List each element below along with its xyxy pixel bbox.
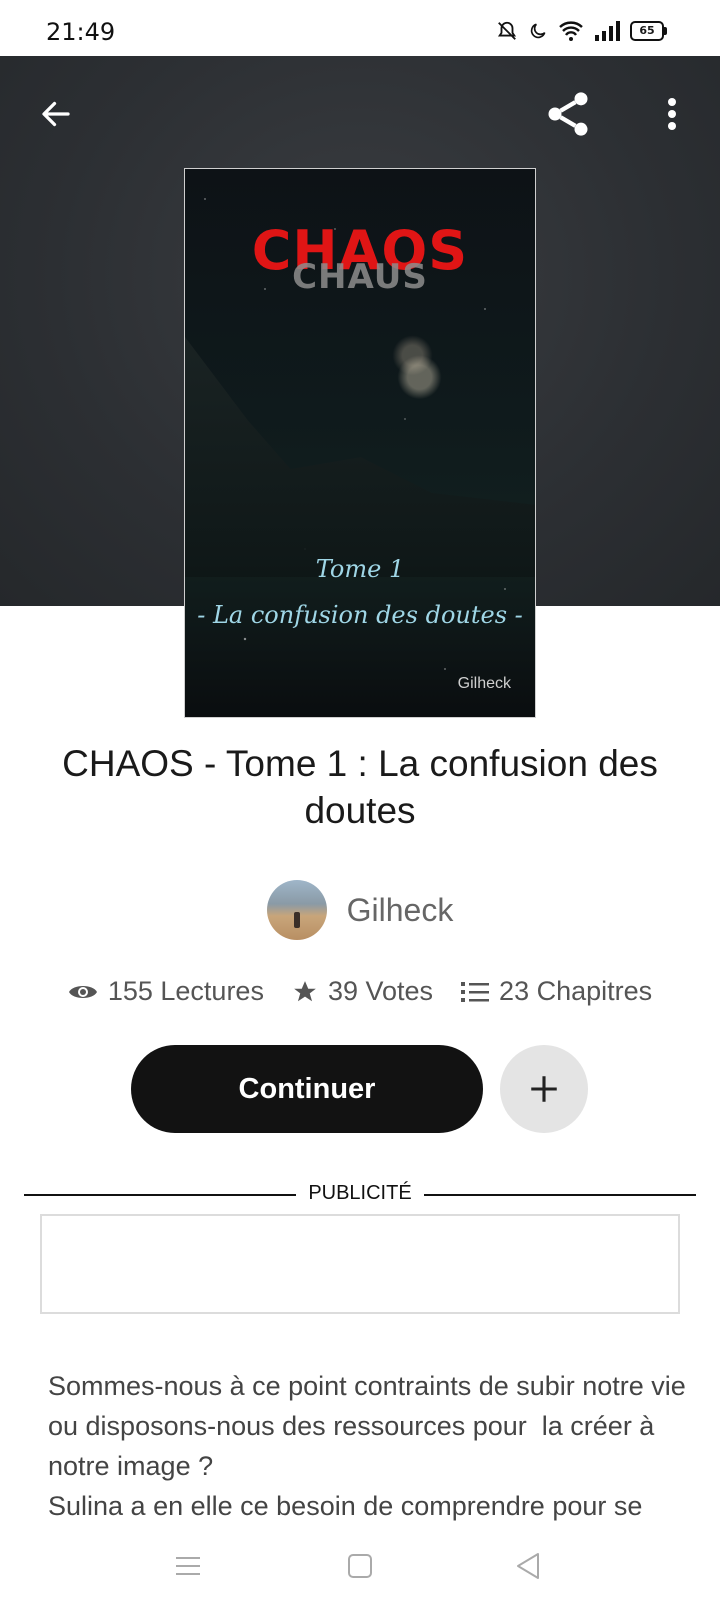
list-icon [461,981,490,1002]
ad-slot[interactable] [40,1214,680,1314]
status-bar: 21:49 65 [0,0,720,56]
share-icon [548,92,588,136]
cover-subtitle: - La confusion des doutes - [197,601,523,629]
eye-icon [68,985,97,998]
battery-icon: 65 [630,21,667,41]
cover-tome: Tome 1 [315,555,405,583]
more-options-button[interactable] [642,84,702,144]
triangle-back-icon [517,1553,539,1579]
votes-count: 39 Votes [327,976,434,1006]
menu-icon [176,1557,200,1575]
cover-author: Gilheck [457,675,511,692]
avatar[interactable] [266,880,327,940]
book-title: CHAOS - Tome 1 : La confusion des doutes [62,743,658,831]
stat-votes: 39 Votes [292,976,433,1007]
add-to-library-button[interactable] [500,1045,588,1133]
reads-count: 155 Lectures [107,976,264,1006]
stat-chapters[interactable]: 23 Chapitres [461,976,652,1007]
chapters-count[interactable]: 23 Chapitres [499,976,652,1007]
status-time: 21:49 [46,18,116,46]
home-button[interactable] [340,1546,380,1586]
moon-icon [530,23,546,39]
ad-label: PUBLICITÉ [308,1182,412,1204]
share-button[interactable] [538,84,598,144]
star-icon [294,980,316,1001]
stat-reads: 155 Lectures [68,976,264,1007]
author-row[interactable]: Gilheck [0,880,720,940]
back-nav-button[interactable] [508,1546,548,1586]
bell-off-icon [497,21,517,40]
back-button[interactable] [26,84,86,144]
author-name[interactable]: Gilheck [347,892,454,929]
arrow-left-icon [42,101,70,127]
plus-icon [531,1076,557,1102]
system-nav-bar [0,1528,720,1600]
more-vertical-icon [668,98,676,130]
book-cover[interactable]: CHAOS CHAUS Tome 1 - La confusion des do… [184,168,536,718]
wifi-icon [559,21,583,41]
continue-button[interactable]: Continuer [131,1045,483,1133]
ad-divider: PUBLICITÉ [24,1180,696,1210]
action-row: Continuer [0,1045,720,1133]
recents-button[interactable] [168,1546,208,1586]
stats-row: 155 Lectures 39 Votes 23 Chapitres [0,976,720,1007]
signal-icon [595,21,620,41]
cover-title-echo: CHAUS [292,257,428,297]
square-icon [348,1554,372,1578]
synopsis: Sommes-nous à ce point contraints de sub… [48,1371,686,1521]
status-icons: 65 [496,20,667,42]
